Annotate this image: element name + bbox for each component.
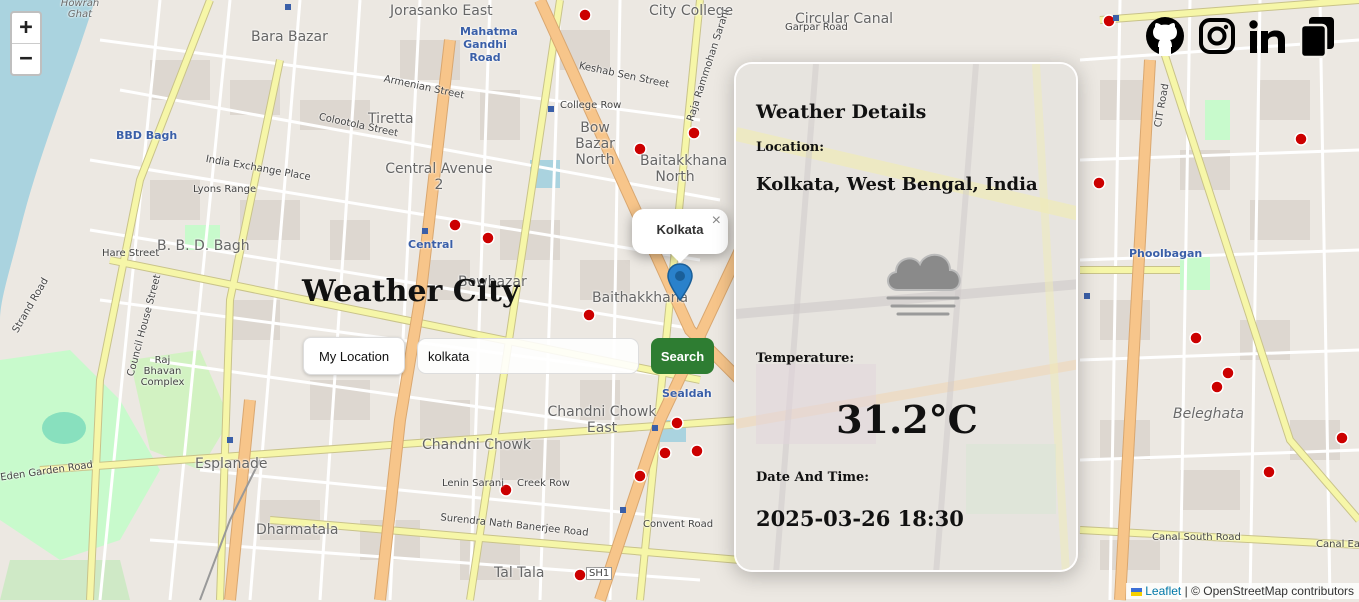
map-label: Raj Bhavan Complex [140, 355, 185, 388]
map-label: BBD Bagh [116, 129, 178, 142]
zoom-control: + − [10, 11, 42, 76]
datetime-label: Date And Time: [756, 470, 870, 485]
map-label: Garpar Road [785, 22, 848, 33]
map-marker-icon[interactable] [666, 262, 694, 307]
popup-close-button[interactable]: × [712, 212, 721, 230]
map-label: Jorasanko East [390, 3, 493, 19]
zoom-in-button[interactable]: + [12, 13, 40, 44]
copy-icon[interactable] [1299, 16, 1336, 59]
temperature-value: 31.2°C [836, 397, 978, 442]
map-label: Lyons Range [193, 184, 257, 195]
map-label: Dharmatala [256, 522, 339, 538]
map-attribution: Leaflet | © OpenStreetMap contributors [1125, 583, 1359, 599]
map-label: Esplanade [195, 456, 268, 472]
map-label: Canal South Road [1152, 532, 1241, 543]
location-label: Location: [756, 140, 825, 155]
datetime-value: 2025-03-26 18:30 [756, 506, 964, 531]
attribution-separator: | [1184, 584, 1188, 598]
cloud-fog-icon [878, 242, 968, 326]
map-label: College Row [560, 100, 622, 111]
map-label: Lenin Sarani [442, 478, 505, 489]
map-label: Chandni Chowk [422, 437, 531, 453]
map-label: B. B. D. Bagh [157, 238, 250, 254]
flag-icon [1130, 587, 1142, 596]
map-label: Hare Street [102, 248, 160, 259]
map-label: Convent Road [643, 519, 714, 530]
linkedin-icon[interactable] [1249, 20, 1287, 62]
map-label: Central [408, 238, 454, 251]
search-button[interactable]: Search [651, 338, 714, 374]
card-heading: Weather Details [756, 101, 927, 123]
app-title: Weather City [302, 274, 520, 309]
map-label: Canal East [1316, 539, 1359, 550]
map-label: SH1 [586, 567, 613, 580]
map-label: Chandni Chowk East [547, 404, 657, 436]
my-location-button[interactable]: My Location [303, 337, 405, 375]
instagram-icon[interactable] [1199, 18, 1235, 60]
github-icon[interactable] [1145, 16, 1185, 58]
marker-popup: Kolkata × [632, 209, 728, 254]
leaflet-link[interactable]: Leaflet [1145, 584, 1181, 598]
map-label: Phoolbagan [1129, 247, 1203, 260]
location-value: Kolkata, West Bengal, India [756, 174, 1038, 195]
zoom-out-button[interactable]: − [12, 44, 40, 74]
map-label: Bow Bazar North [575, 120, 615, 168]
map-label: Mahatma Gandhi Road [460, 25, 518, 64]
map-label: Tal Tala [494, 565, 545, 581]
map-label: Central Avenue 2 [385, 161, 493, 193]
map-label: Howrah Ghat [60, 0, 100, 20]
map-label: Creek Row [517, 478, 570, 489]
temperature-label: Temperature: [756, 351, 855, 366]
map-label: Baitakkhana North [640, 153, 728, 185]
osm-attribution: © OpenStreetMap contributors [1191, 584, 1354, 598]
weather-details-card: Weather Details Location: Kolkata, West … [734, 62, 1078, 572]
map-label: Bara Bazar [251, 29, 328, 45]
map-label: Sealdah [662, 387, 712, 400]
map-label: Beleghata [1173, 406, 1245, 422]
search-input[interactable] [417, 338, 639, 374]
